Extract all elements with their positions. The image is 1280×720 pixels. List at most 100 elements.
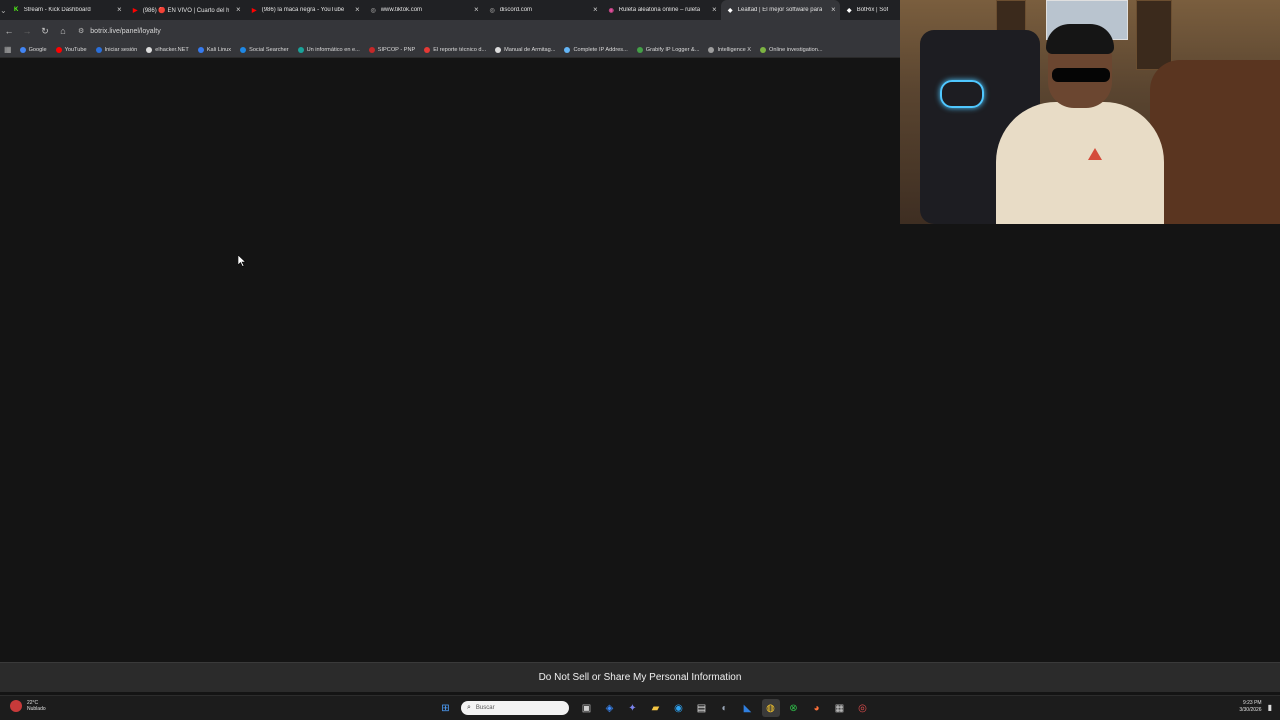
bookmark-favicon-icon bbox=[146, 46, 153, 53]
bookmark-label: El reporte técnico d... bbox=[433, 46, 487, 53]
screen: ⌄ K Stream - Kick Dashboard × ▶ (986) 🔴 EN V… bbox=[0, 0, 1280, 720]
tab-title: Ruleta aleatoria online – ruleta bbox=[618, 7, 701, 13]
apps-grid-icon[interactable]: ▦ bbox=[4, 45, 12, 54]
bookmark-item[interactable]: elhacker.NET bbox=[146, 46, 189, 53]
bookmark-favicon-icon bbox=[19, 46, 26, 53]
xbox-icon[interactable]: ⊗ bbox=[785, 699, 803, 717]
tab-title: (986) 🔴 EN VIVO | Cuarto del h bbox=[142, 7, 230, 14]
back-icon[interactable]: ← bbox=[0, 22, 18, 40]
tab-favicon-icon: ▶ bbox=[251, 7, 257, 14]
tab-close-icon[interactable]: × bbox=[474, 5, 479, 15]
browser-tab[interactable]: ◎ www.tiktok.com × bbox=[364, 0, 483, 20]
file-explorer-icon[interactable]: ▰ bbox=[647, 699, 665, 717]
taskbar: 22°C Nublado ⊞ ⌕ Buscar ▣ ◈ ✦ ▰ ◉ ▤ ◐ ◣ … bbox=[0, 695, 1280, 720]
tab-close-icon[interactable]: × bbox=[236, 5, 241, 15]
person-shirt bbox=[996, 102, 1164, 224]
firefox-icon[interactable]: ◕ bbox=[808, 699, 826, 717]
bookmark-favicon-icon bbox=[495, 46, 502, 53]
tab-close-icon[interactable]: × bbox=[593, 5, 598, 15]
bookmark-item[interactable]: Complete IP Addres... bbox=[564, 46, 628, 53]
tab-search-icon[interactable]: ⌄ bbox=[0, 0, 7, 20]
windows-start-icon[interactable]: ⊞ bbox=[437, 699, 455, 717]
tab-title: Lealtad | El mejor software para bbox=[737, 7, 823, 13]
clock-date: 3/30/2026 bbox=[1239, 707, 1262, 713]
bookmark-label: Google bbox=[28, 46, 47, 53]
bookmark-label: Iniciar sesión bbox=[104, 46, 138, 53]
weather-widget[interactable]: 22°C Nublado bbox=[10, 700, 46, 712]
weather-desc: Nublado bbox=[27, 706, 46, 712]
site-info-icon[interactable]: ⚙ bbox=[78, 27, 84, 35]
bookmark-item[interactable]: Kali Linux bbox=[197, 46, 231, 53]
privacy-banner[interactable]: Do Not Sell or Share My Personal Informa… bbox=[0, 662, 1280, 692]
sofa bbox=[1150, 60, 1280, 224]
tab-close-icon[interactable]: × bbox=[831, 5, 836, 15]
obs-icon[interactable]: ◎ bbox=[854, 699, 872, 717]
bookmark-favicon-icon bbox=[55, 46, 62, 53]
bookmark-favicon-icon bbox=[297, 46, 304, 53]
tab-title: discord.com bbox=[499, 7, 533, 13]
forward-icon[interactable]: → bbox=[18, 22, 36, 40]
bookmark-favicon-icon bbox=[240, 46, 247, 53]
address-text: botrix.live/panel/loyalty bbox=[90, 27, 161, 35]
bookmark-label: Complete IP Addres... bbox=[573, 46, 628, 53]
chrome-icon[interactable]: ◍ bbox=[761, 699, 780, 717]
tab-title: Stream - Kick Dashboard bbox=[23, 7, 91, 13]
address-bar[interactable]: ⚙ botrix.live/panel/loyalty bbox=[78, 23, 878, 39]
browser-tab[interactable]: ◉ Ruleta aleatoria online – ruleta × bbox=[602, 0, 721, 20]
bookmark-label: YouTube bbox=[64, 46, 87, 53]
bookmark-favicon-icon bbox=[564, 46, 571, 53]
store-icon[interactable]: ▤ bbox=[693, 699, 711, 717]
bookmark-item[interactable]: Social Searcher bbox=[240, 46, 289, 53]
search-placeholder: Buscar bbox=[475, 705, 495, 711]
bookmark-item[interactable]: Google bbox=[19, 46, 47, 53]
bookmark-item[interactable]: Online investigation... bbox=[760, 46, 823, 53]
bookmark-label: SIPCOP - PNP bbox=[377, 46, 416, 53]
tab-close-icon[interactable]: × bbox=[355, 5, 360, 15]
settings-app-icon[interactable]: ▦ bbox=[831, 699, 849, 717]
notification-icon[interactable]: ▮ bbox=[1268, 703, 1272, 712]
browser-toolbar: ← → ↻ ⌂ ⚙ botrix.live/panel/loyalty bbox=[0, 20, 900, 42]
browser-tab[interactable]: K Stream - Kick Dashboard × bbox=[7, 0, 126, 20]
copilot-icon[interactable]: ◈ bbox=[601, 699, 619, 717]
teams-icon[interactable]: ✦ bbox=[624, 699, 642, 717]
browser-tab[interactable]: ▶ (986) la maca negra - YouTube × bbox=[245, 0, 364, 20]
bookmark-item[interactable]: SIPCOP - PNP bbox=[368, 46, 416, 53]
tab-title: BotRix | Sof bbox=[856, 7, 889, 13]
browser-tab[interactable]: ◎ discord.com × bbox=[483, 0, 602, 20]
bookmark-favicon-icon bbox=[368, 46, 375, 53]
tab-close-icon[interactable]: × bbox=[712, 5, 717, 15]
bookmark-item[interactable]: Grabify IP Logger &... bbox=[636, 46, 699, 53]
bookmark-item[interactable]: Manual de Armitag... bbox=[495, 46, 556, 53]
bookmark-item[interactable]: Iniciar sesión bbox=[95, 46, 138, 53]
weather-icon bbox=[10, 700, 22, 712]
edge-icon[interactable]: ◉ bbox=[670, 699, 688, 717]
shelf bbox=[1136, 0, 1172, 70]
privacy-link[interactable]: Do Not Sell or Share My Personal Informa… bbox=[539, 672, 742, 683]
mouse-cursor-icon bbox=[237, 254, 247, 272]
bookmark-favicon-icon bbox=[760, 46, 767, 53]
tab-title: (986) la maca negra - YouTube bbox=[261, 7, 345, 13]
bookmark-label: Intelligence X bbox=[717, 46, 752, 53]
home-icon[interactable]: ⌂ bbox=[54, 22, 72, 40]
bookmark-label: elhacker.NET bbox=[155, 46, 189, 53]
tab-favicon-icon: ◎ bbox=[489, 7, 495, 14]
reload-icon[interactable]: ↻ bbox=[36, 22, 54, 40]
bookmark-favicon-icon bbox=[708, 46, 715, 53]
clock[interactable]: 9:23 PM 3/30/2026 bbox=[1239, 700, 1261, 714]
task-view-icon[interactable]: ▣ bbox=[578, 699, 596, 717]
steam-icon[interactable]: ◐ bbox=[716, 699, 734, 717]
bookmark-item[interactable]: El reporte técnico d... bbox=[424, 46, 487, 53]
bookmark-label: Manual de Armitag... bbox=[504, 46, 556, 53]
tab-favicon-icon: ◆ bbox=[727, 7, 733, 14]
bookmark-item[interactable]: Intelligence X bbox=[708, 46, 752, 53]
browser-tab[interactable]: ◆ Lealtad | El mejor software para × bbox=[720, 0, 840, 20]
bookmark-item[interactable]: Un informático en e... bbox=[297, 46, 360, 53]
taskbar-search[interactable]: ⌕ Buscar bbox=[461, 701, 569, 715]
bookmark-label: Social Searcher bbox=[249, 46, 289, 53]
vscode-icon[interactable]: ◣ bbox=[739, 699, 757, 717]
tab-close-icon[interactable]: × bbox=[117, 5, 122, 15]
webcam-overlay bbox=[900, 0, 1280, 224]
browser-tab[interactable]: ▶ (986) 🔴 EN VIVO | Cuarto del h × bbox=[126, 0, 245, 20]
bookmark-item[interactable]: YouTube bbox=[55, 46, 87, 53]
tab-favicon-icon: ▶ bbox=[132, 7, 138, 14]
